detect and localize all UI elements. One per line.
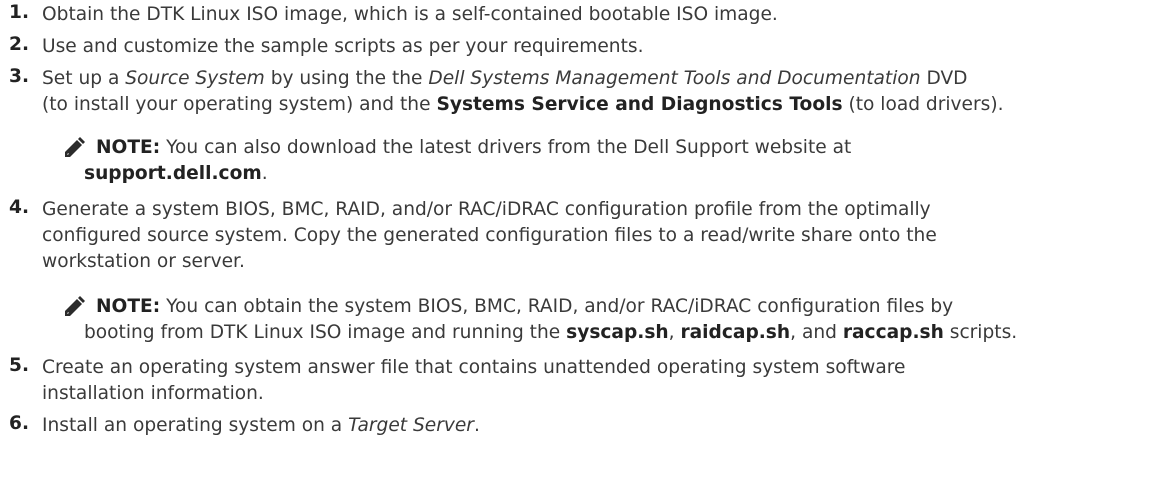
term-ssdt: Systems Service and Diagnostics Tools — [436, 94, 843, 115]
note-text: NOTE: You can also download the latest d… — [96, 137, 852, 158]
step-number: 4. — [9, 197, 30, 218]
step-number: 2. — [9, 34, 30, 55]
step-number: 6. — [9, 413, 30, 434]
note-label: NOTE: — [96, 296, 161, 317]
note-pencil-icon — [62, 295, 86, 319]
step-number: 1. — [9, 2, 30, 23]
term-dell-dvd-title: Dell Systems Management Tools and Docume… — [428, 68, 921, 89]
term-source-system: Source System — [125, 68, 265, 89]
step-text: Use and customize the sample scripts as … — [42, 36, 644, 57]
step-text: Generate a system BIOS, BMC, RAID, and/o… — [42, 199, 937, 272]
script-raccap: raccap.sh — [842, 322, 944, 343]
step-text: Obtain the DTK Linux ISO image, which is… — [42, 4, 778, 25]
script-syscap: syscap.sh — [566, 322, 669, 343]
step-text: Set up a Source System by using the the … — [42, 68, 1004, 115]
step-text: Create an operating system answer file t… — [42, 357, 906, 404]
term-target-server: Target Server — [348, 415, 474, 436]
note-pencil-icon — [62, 136, 86, 160]
step-number: 3. — [9, 66, 30, 87]
note-label: NOTE: — [96, 137, 161, 158]
note-text: NOTE: You can obtain the system BIOS, BM… — [96, 296, 954, 317]
script-raidcap: raidcap.sh — [680, 322, 791, 343]
step-text: Install an operating system on a Target … — [42, 415, 480, 436]
support-link: support.dell.com — [84, 163, 262, 184]
step-number: 5. — [9, 355, 30, 376]
document-body: 1. Obtain the DTK Linux ISO image, which… — [0, 0, 1163, 490]
